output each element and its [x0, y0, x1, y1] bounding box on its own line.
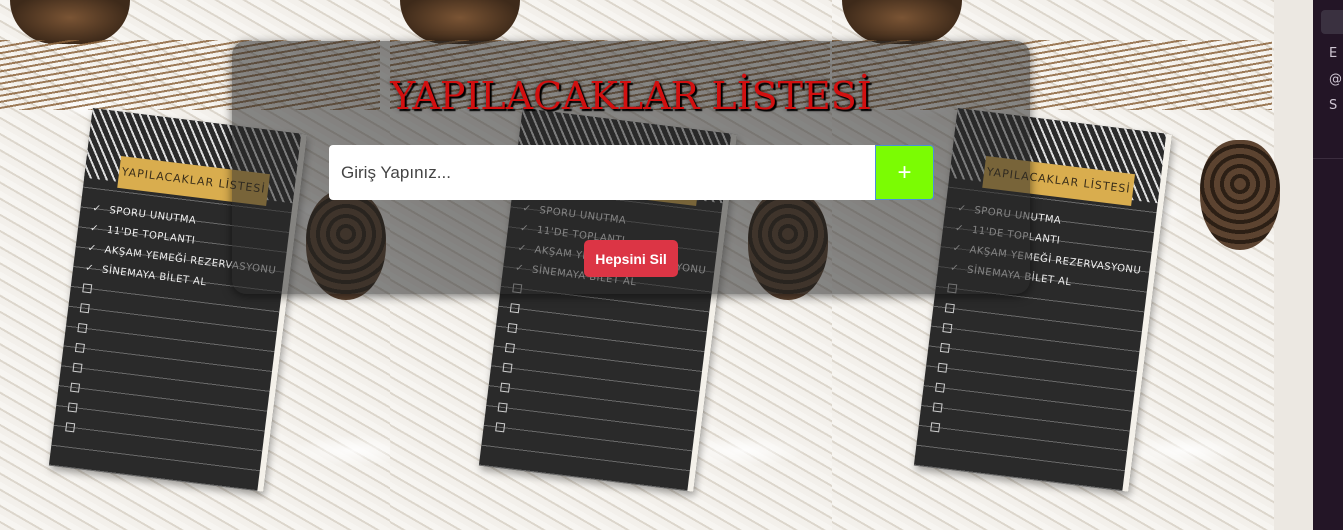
checkbox-icon — [497, 401, 508, 412]
side-tab[interactable] — [1321, 10, 1343, 34]
todo-card: YAPILACAKLAR LİSTESİ + Hepsini Sil — [232, 41, 1030, 294]
divider — [1313, 158, 1343, 159]
page-title: YAPILACAKLAR LİSTESİ — [390, 74, 872, 118]
side-text: S — [1329, 98, 1338, 113]
checkbox-icon — [937, 362, 948, 373]
checkbox-icon — [74, 342, 86, 353]
checkbox-icon — [939, 342, 951, 353]
checkbox-icon — [495, 421, 506, 432]
checkbox-icon — [509, 302, 520, 313]
checkbox-icon — [77, 322, 88, 333]
check-icon: ✓ — [91, 202, 103, 215]
side-panel: E @ S — [1313, 0, 1343, 530]
checkbox-icon — [944, 302, 955, 313]
checkbox-icon — [79, 302, 90, 313]
add-todo-form: + — [329, 145, 934, 200]
checkbox-icon — [504, 342, 516, 353]
checkbox-icon — [930, 421, 941, 432]
side-text: E — [1329, 46, 1338, 61]
checkbox-icon — [942, 322, 953, 333]
pine-cone — [1200, 140, 1280, 250]
check-icon: ✓ — [86, 242, 98, 255]
checkbox-icon — [65, 421, 76, 432]
checkbox-icon — [932, 401, 943, 412]
checkbox-icon — [500, 382, 511, 393]
side-text: @ — [1329, 72, 1342, 87]
add-button[interactable]: + — [875, 145, 934, 200]
checkbox-icon — [72, 362, 83, 373]
checkbox-icon — [935, 382, 946, 393]
check-icon: ✓ — [89, 222, 100, 235]
checkbox-icon — [502, 362, 513, 373]
checkbox-icon — [507, 322, 518, 333]
todo-input[interactable] — [329, 145, 875, 200]
clear-all-button[interactable]: Hepsini Sil — [584, 240, 678, 277]
check-icon: ✓ — [84, 262, 95, 275]
checkbox-icon — [82, 282, 93, 293]
checkbox-icon — [70, 382, 81, 393]
checkbox-icon — [67, 401, 78, 412]
